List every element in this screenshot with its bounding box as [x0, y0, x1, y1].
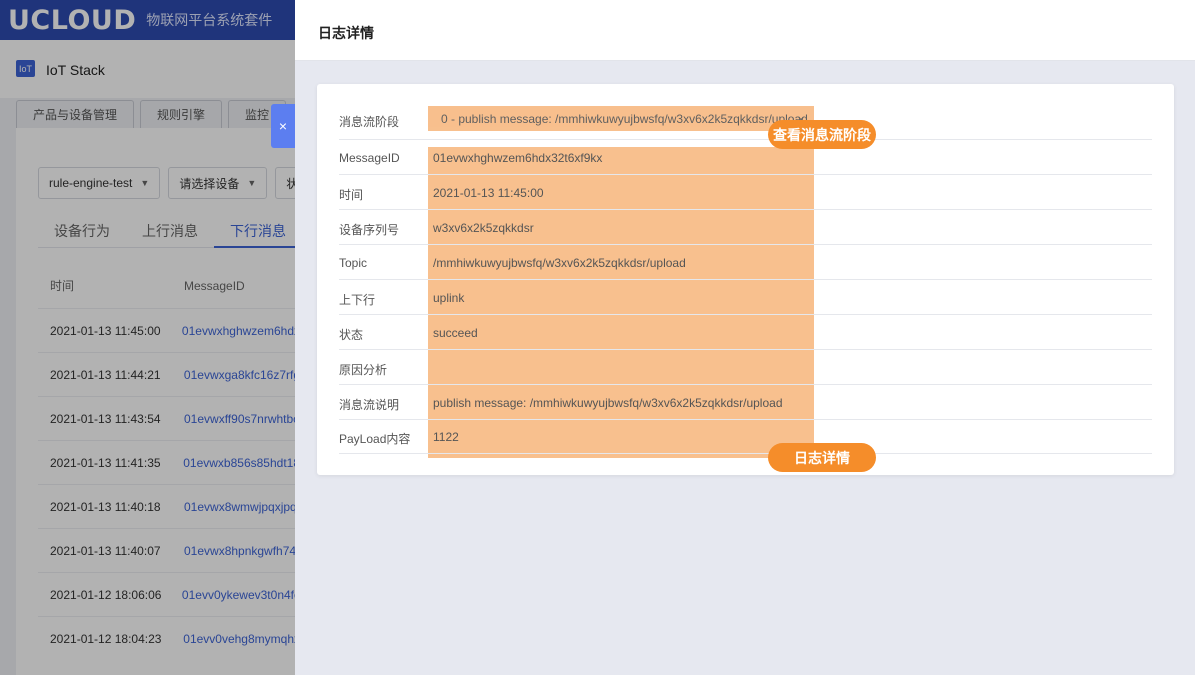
field-label: 消息流说明 — [339, 398, 400, 412]
field-value: uplink — [433, 291, 465, 305]
field-row-reason: 原因分析 — [339, 350, 1152, 385]
stage-label: 消息流阶段 — [339, 115, 400, 129]
log-detail-card: 消息流阶段 0 - publish message: /mmhiwkuwyujb… — [317, 84, 1174, 475]
field-value: /mmhiwkuwyujbwsfq/w3xv6x2k5zqkkdsr/uploa… — [433, 256, 686, 270]
field-label: PayLoad内容 — [339, 432, 411, 446]
field-value: 2021-01-13 11:45:00 — [433, 186, 544, 200]
field-row-topic: Topic /mmhiwkuwyujbwsfq/w3xv6x2k5zqkkdsr… — [339, 245, 1152, 280]
field-row-direction: 上下行 uplink — [339, 280, 1152, 315]
field-row-payload: PayLoad内容 1122 — [339, 420, 1152, 454]
annotation-badge-stage: 查看消息流阶段 — [768, 120, 876, 149]
close-icon: × — [278, 118, 288, 134]
field-value: w3xv6x2k5zqkkdsr — [433, 221, 534, 235]
field-value: 1122 — [433, 430, 459, 444]
log-detail-drawer: 日志详情 消息流阶段 0 - publish message: /mmhiwku… — [295, 0, 1195, 675]
field-row-flow-description: 消息流说明 publish message: /mmhiwkuwyujbwsfq… — [339, 385, 1152, 420]
drawer-header: 日志详情 — [295, 0, 1195, 61]
field-row-status: 状态 succeed — [339, 315, 1152, 350]
field-row-device-serial: 设备序列号 w3xv6x2k5zqkkdsr — [339, 210, 1152, 245]
drawer-title: 日志详情 — [318, 25, 374, 41]
close-drawer-button[interactable]: × — [271, 104, 295, 148]
stage-select[interactable]: 0 - publish message: /mmhiwkuwyujbwsfq/w… — [428, 106, 814, 131]
field-label: 时间 — [339, 188, 364, 202]
field-value: succeed — [433, 326, 478, 340]
field-row-time: 时间 2021-01-13 11:45:00 — [339, 175, 1152, 210]
field-label: 设备序列号 — [339, 223, 400, 237]
field-value: 01evwxhghwzem6hdx32t6xf9kx — [433, 151, 603, 165]
field-label: 原因分析 — [339, 363, 388, 377]
field-label: 状态 — [339, 328, 364, 342]
field-label: 上下行 — [339, 293, 376, 307]
annotation-badge-detail: 日志详情 — [768, 443, 876, 472]
field-value: publish message: /mmhiwkuwyujbwsfq/w3xv6… — [433, 396, 783, 410]
stage-select-value: 0 - publish message: /mmhiwkuwyujbwsfq/w… — [441, 112, 808, 126]
modal-backdrop[interactable] — [0, 0, 295, 675]
field-label: MessageID — [339, 151, 400, 165]
field-row-messageid: MessageID 01evwxhghwzem6hdx32t6xf9kx — [339, 140, 1152, 175]
field-label: Topic — [339, 256, 368, 270]
